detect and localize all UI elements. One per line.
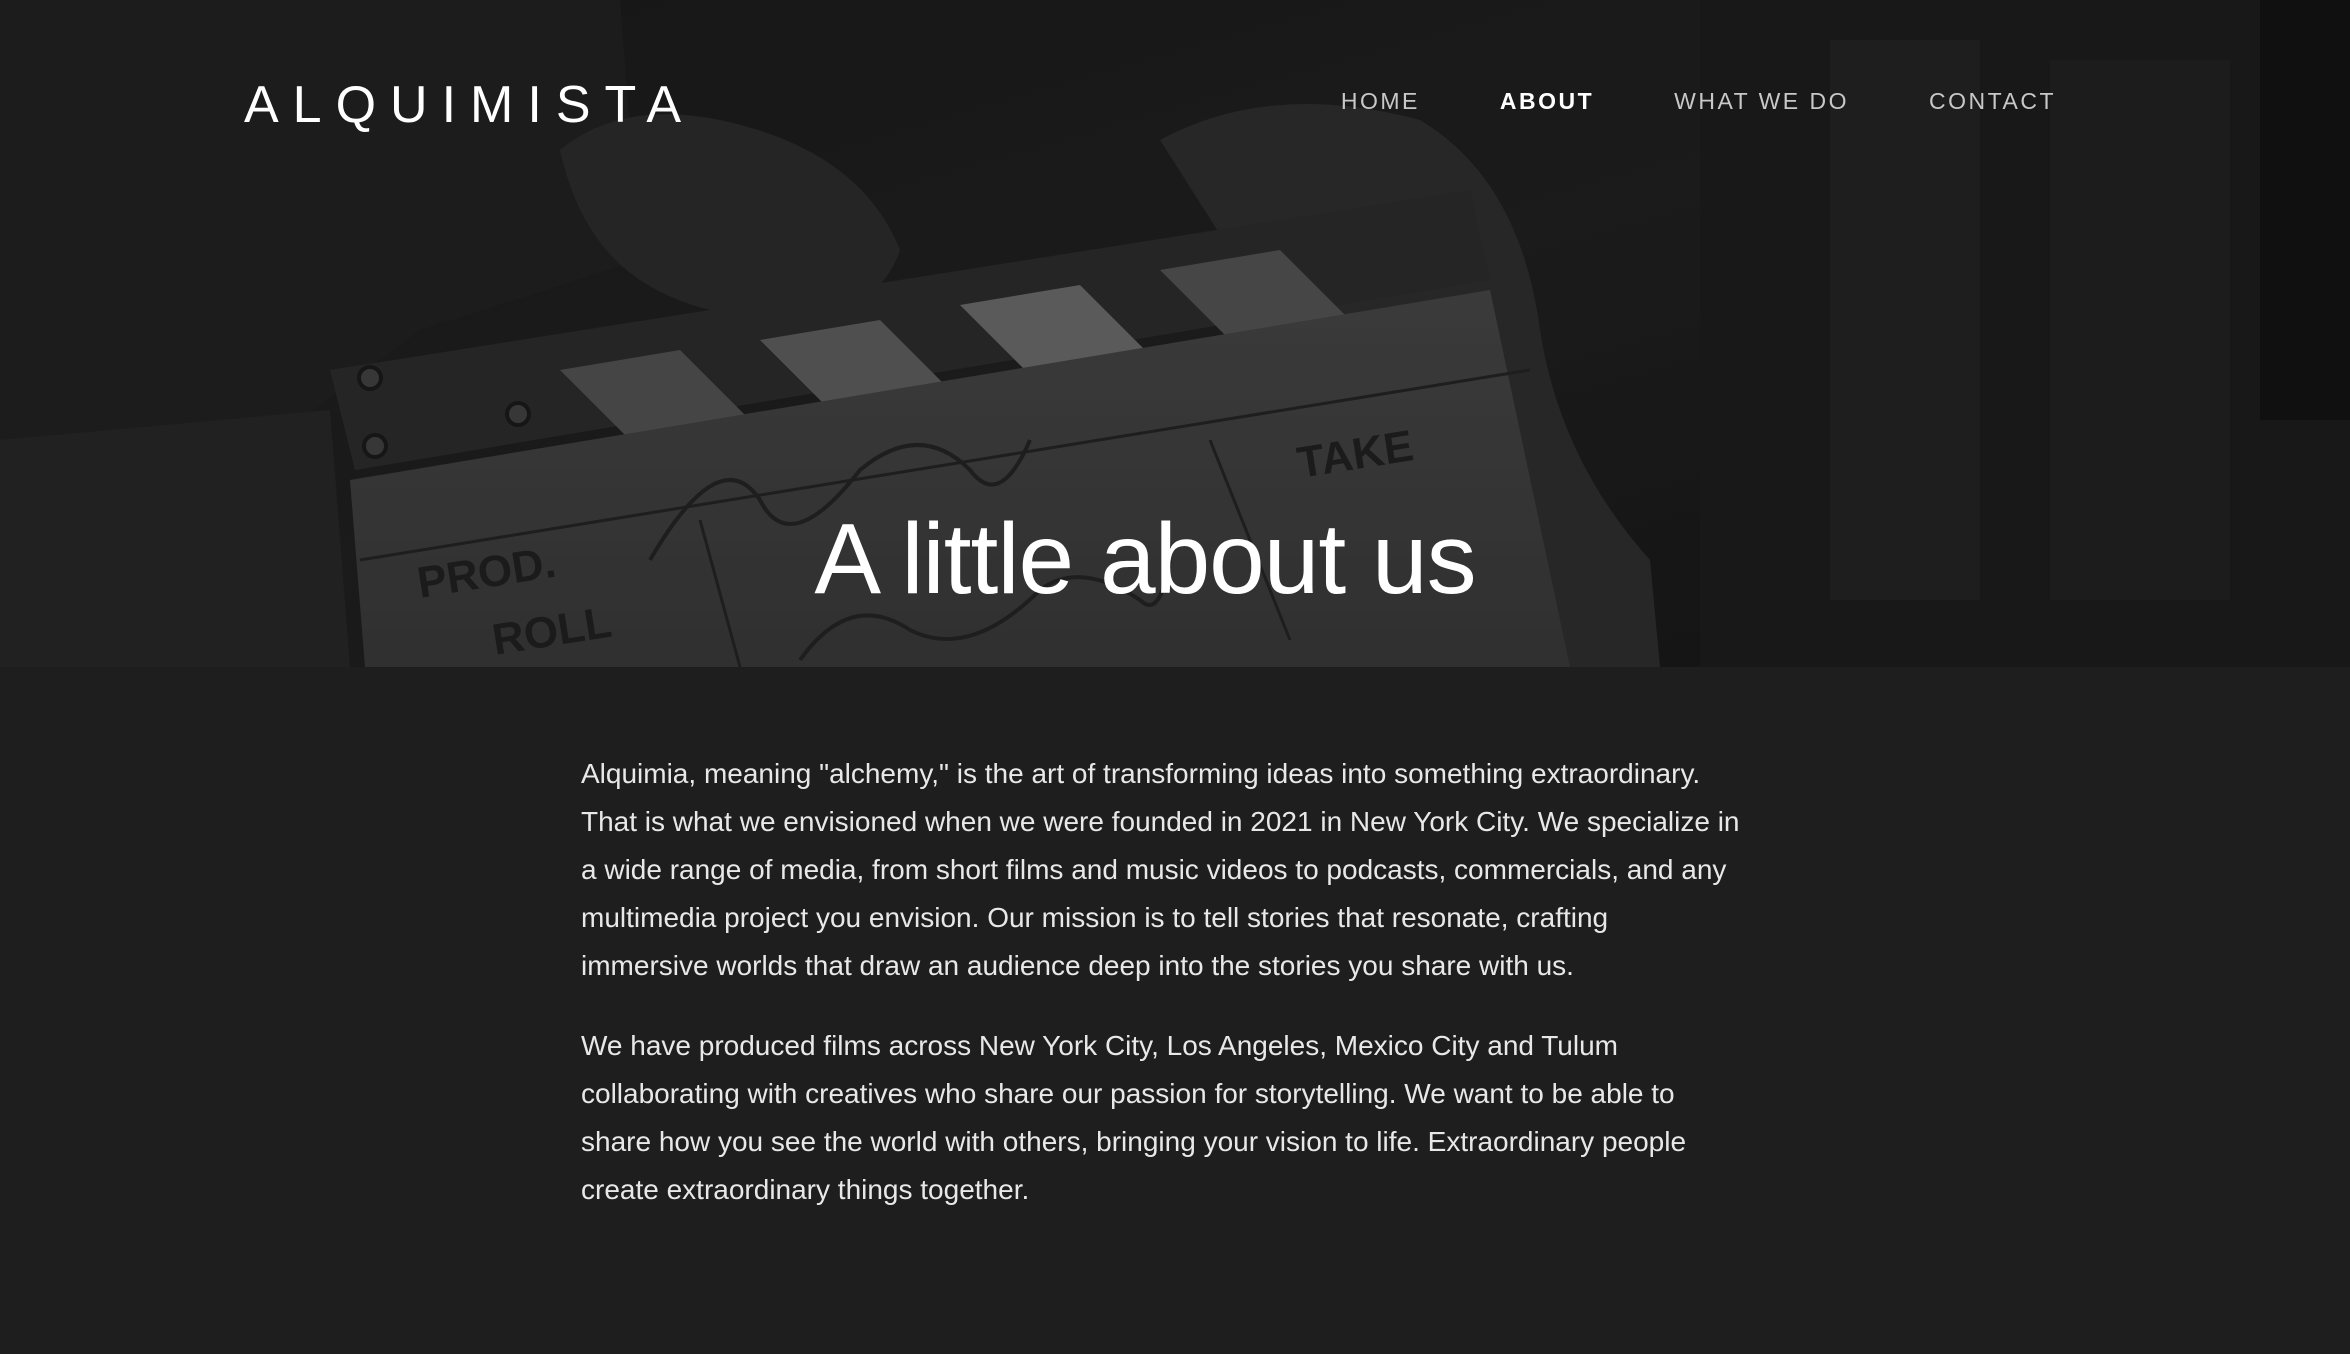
site-header: ALQUIMISTA HOME ABOUT WHAT WE DO CONTACT [0,0,2350,200]
nav-about[interactable]: ABOUT [1500,84,1594,118]
hero-banner: PROD. ROLL TAKE ALQUIMISTA HOME ABOUT WH… [0,0,2350,667]
nav-what-we-do[interactable]: WHAT WE DO [1674,84,1849,118]
about-content: Alquimia, meaning "alchemy," is the art … [581,750,1741,1246]
site-logo[interactable]: ALQUIMISTA [244,72,695,138]
nav-home[interactable]: HOME [1341,84,1420,118]
main-nav: HOME ABOUT WHAT WE DO CONTACT [1341,84,2056,118]
page: PROD. ROLL TAKE ALQUIMISTA HOME ABOUT WH… [0,0,2350,1354]
about-paragraph-2: We have produced films across New York C… [581,1030,1687,1205]
page-title: A little about us [814,503,1476,615]
about-paragraph-1: Alquimia, meaning "alchemy," is the art … [581,758,1740,981]
nav-contact[interactable]: CONTACT [1929,84,2056,118]
